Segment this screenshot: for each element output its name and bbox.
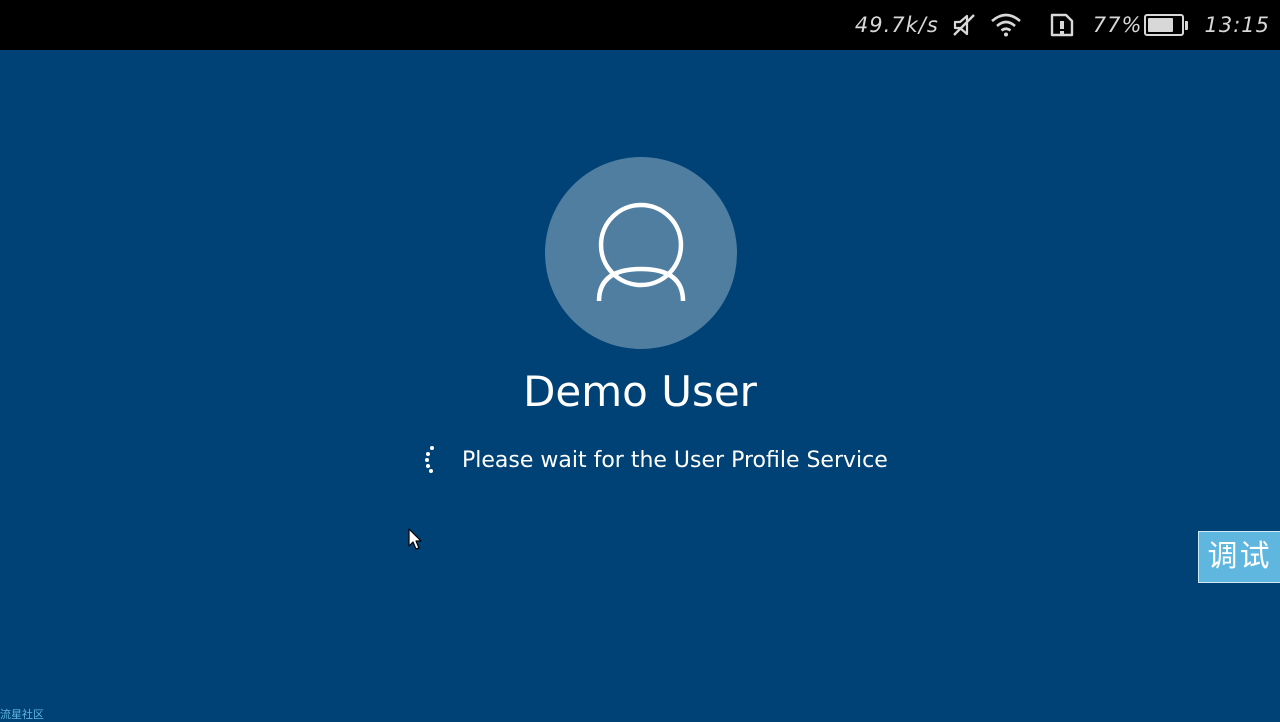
status-bar: 49.7k/s 77% 13:15: [0, 0, 1280, 50]
sim-alert-icon: [1049, 12, 1075, 38]
mute-icon: [951, 12, 977, 38]
battery-icon: [1144, 14, 1189, 36]
user-avatar: [545, 157, 737, 349]
user-name: Demo User: [523, 367, 757, 416]
clock: 13:15: [1204, 13, 1270, 37]
status-icons: 49.7k/s 77% 13:15: [855, 0, 1270, 50]
network-speed: 49.7k/s: [854, 13, 939, 37]
status-row: Please wait for the User Profile Service: [420, 444, 888, 476]
loading-spinner-icon: [420, 444, 440, 476]
mouse-pointer-icon: [408, 528, 422, 550]
user-icon: [596, 202, 686, 302]
wifi-icon: [989, 12, 1023, 38]
battery-percent: 77%: [1092, 13, 1143, 37]
battery-body: [1144, 14, 1185, 36]
battery-fill: [1148, 18, 1174, 32]
debug-button[interactable]: 调试: [1198, 531, 1280, 583]
status-message: Please wait for the User Profile Service: [462, 447, 888, 473]
battery-nub: [1185, 20, 1189, 30]
